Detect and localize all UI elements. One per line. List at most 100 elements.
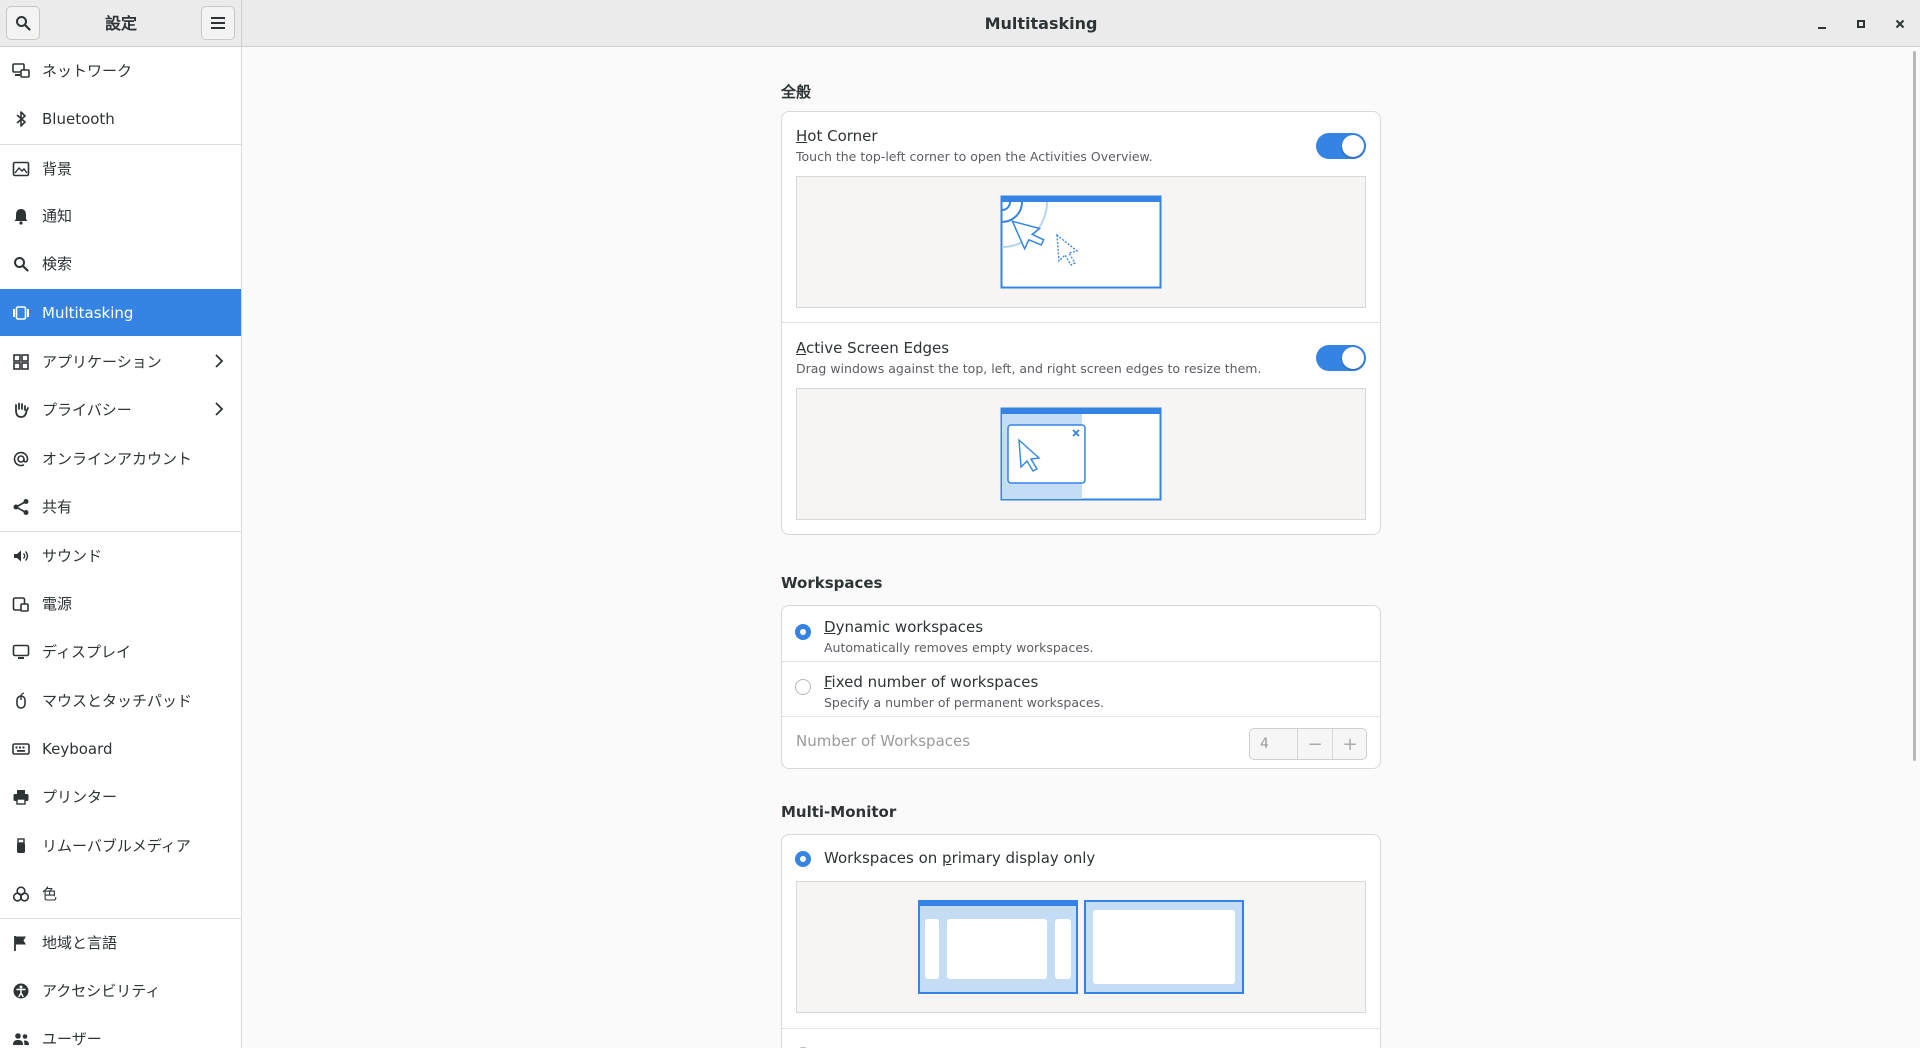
sidebar-item-label: アクセシビリティ xyxy=(42,982,161,1000)
sidebar-item-mouse-touchpad[interactable]: マウスとタッチパッド xyxy=(0,677,241,724)
sidebar-item-label: 地域と言語 xyxy=(42,934,118,952)
network-icon xyxy=(12,63,30,78)
printer-icon xyxy=(13,790,29,805)
main-menu-button[interactable] xyxy=(201,6,235,40)
flag-icon xyxy=(14,936,26,951)
sidebar-item-label: 検索 xyxy=(42,255,73,273)
fixed-workspaces-subtitle: Specify a number of permanent workspaces… xyxy=(824,695,1105,710)
hand-icon xyxy=(15,402,29,418)
sidebar-item-privacy[interactable]: プライバシー xyxy=(0,386,241,433)
bell-icon xyxy=(14,209,28,225)
display-icon xyxy=(12,644,30,659)
primary-display-only-title: Workspaces on primary display only xyxy=(824,849,1095,867)
hamburger-menu-icon xyxy=(211,17,225,29)
sidebar-item-label: オンラインアカウント xyxy=(42,450,193,468)
dynamic-workspaces-radio[interactable] xyxy=(795,624,811,640)
sidebar-item-label: マウスとタッチパッド xyxy=(42,692,193,710)
mnemonic: A xyxy=(796,339,806,357)
title-text: rimary display only xyxy=(951,849,1096,867)
sidebar-item-label: Multitasking xyxy=(42,303,134,322)
bluetooth-icon xyxy=(16,111,26,127)
sidebar-item-label: Keyboard xyxy=(42,739,113,758)
sidebar-item-region-language[interactable]: 地域と言語 xyxy=(0,919,241,966)
section-title-workspaces: Workspaces xyxy=(781,574,883,592)
sidebar-item-label: 色 xyxy=(42,885,58,903)
sidebar-item-label: リムーバブルメディア xyxy=(42,837,191,855)
sidebar-item-label: ネットワーク xyxy=(42,62,133,80)
section-title-general: 全般 xyxy=(781,83,812,101)
section-title-multi-monitor: Multi-Monitor xyxy=(781,803,897,821)
search-icon xyxy=(16,16,31,31)
background-icon xyxy=(12,161,30,177)
active-edges-title: Active Screen Edges xyxy=(796,339,949,357)
apps-grid-icon xyxy=(13,354,29,370)
active-edges-preview xyxy=(796,388,1366,520)
mnemonic: D xyxy=(824,618,836,636)
sidebar-item-label: 電源 xyxy=(42,595,73,613)
sidebar-item-background[interactable]: 背景 xyxy=(0,145,241,192)
switch-knob xyxy=(1342,135,1364,157)
general-card: Hot Corner Touch the top-left corner to … xyxy=(781,111,1381,535)
sidebar-item-search[interactable]: 検索 xyxy=(0,240,241,287)
minimize-icon xyxy=(1818,27,1826,29)
maximize-icon xyxy=(1857,20,1865,28)
multitasking-icon xyxy=(13,306,29,320)
speaker-icon xyxy=(14,550,29,562)
sidebar-item-display[interactable]: ディスプレイ xyxy=(0,628,241,675)
title-text: ixed number of workspaces xyxy=(831,673,1039,691)
sidebar-item-keyboard[interactable]: Keyboard xyxy=(0,725,241,772)
sidebar-item-removable-media[interactable]: リムーバブルメディア xyxy=(0,822,241,869)
battery-icon xyxy=(12,597,29,612)
number-of-workspaces-row: Number of Workspaces 4 − + xyxy=(782,717,1380,769)
sidebar-item-label: Bluetooth xyxy=(42,109,115,128)
users-icon xyxy=(13,1033,29,1045)
active-edges-switch[interactable] xyxy=(1316,345,1366,371)
sidebar-item-network[interactable]: ネットワーク xyxy=(0,47,241,94)
workspaces-spinbutton[interactable]: 4 − + xyxy=(1249,728,1367,760)
sidebar-item-label: プライバシー xyxy=(42,401,132,419)
search-button[interactable] xyxy=(6,6,40,40)
usb-icon xyxy=(17,838,25,853)
hot-corner-switch[interactable] xyxy=(1316,133,1366,159)
sidebar-item-accessibility[interactable]: アクセシビリティ xyxy=(0,967,241,1014)
chevron-right-icon xyxy=(215,354,224,368)
sidebar-item-sound[interactable]: サウンド xyxy=(0,532,241,579)
hot-corner-title: Hot Corner xyxy=(796,127,878,145)
workspaces-count[interactable]: 4 xyxy=(1260,729,1269,759)
active-edges-subtitle: Drag windows against the top, left, and … xyxy=(796,361,1262,376)
maximize-button[interactable] xyxy=(1849,12,1873,36)
close-icon xyxy=(1895,19,1905,29)
mnemonic: p xyxy=(942,849,952,867)
sidebar-item-users[interactable]: ユーザー xyxy=(0,1015,241,1048)
number-of-workspaces-label: Number of Workspaces xyxy=(796,732,971,750)
main-content: 全般 Hot Corner Touch the top-left corner … xyxy=(243,47,1920,1048)
increment-button[interactable]: + xyxy=(1332,729,1367,759)
row-divider xyxy=(782,661,1380,662)
sidebar-item-label: プリンター xyxy=(42,788,118,806)
sidebar-item-applications[interactable]: アプリケーション xyxy=(0,338,241,385)
scrollbar[interactable] xyxy=(1913,51,1916,761)
fixed-workspaces-radio[interactable] xyxy=(795,679,811,695)
sidebar-item-online-accounts[interactable]: オンラインアカウント xyxy=(0,435,241,482)
decrement-button[interactable]: − xyxy=(1297,729,1332,759)
sidebar-item-notifications[interactable]: 通知 xyxy=(0,192,241,239)
title-text: ot Corner xyxy=(807,127,878,145)
sidebar-item-label: サウンド xyxy=(42,547,103,565)
sidebar-item-color[interactable]: 色 xyxy=(0,870,241,917)
accessibility-icon xyxy=(13,983,29,999)
sidebar-item-multitasking[interactable]: Multitasking xyxy=(0,289,241,336)
sidebar-item-printers[interactable]: プリンター xyxy=(0,773,241,820)
color-icon xyxy=(12,886,30,902)
close-button[interactable] xyxy=(1888,12,1912,36)
minimize-button[interactable] xyxy=(1810,12,1834,36)
sidebar: ネットワーク Bluetooth 背景 通知 検索 Multitasking ア… xyxy=(0,47,242,1048)
sidebar-item-label: 通知 xyxy=(42,207,73,225)
primary-display-only-radio[interactable] xyxy=(795,851,811,867)
row-divider xyxy=(782,322,1380,323)
sidebar-item-sharing[interactable]: 共有 xyxy=(0,483,241,530)
page-title: Multitasking xyxy=(984,14,1098,33)
sidebar-item-label: 背景 xyxy=(42,160,73,178)
sidebar-item-power[interactable]: 電源 xyxy=(0,580,241,627)
sidebar-item-bluetooth[interactable]: Bluetooth xyxy=(0,95,241,142)
keyboard-icon xyxy=(12,743,30,755)
